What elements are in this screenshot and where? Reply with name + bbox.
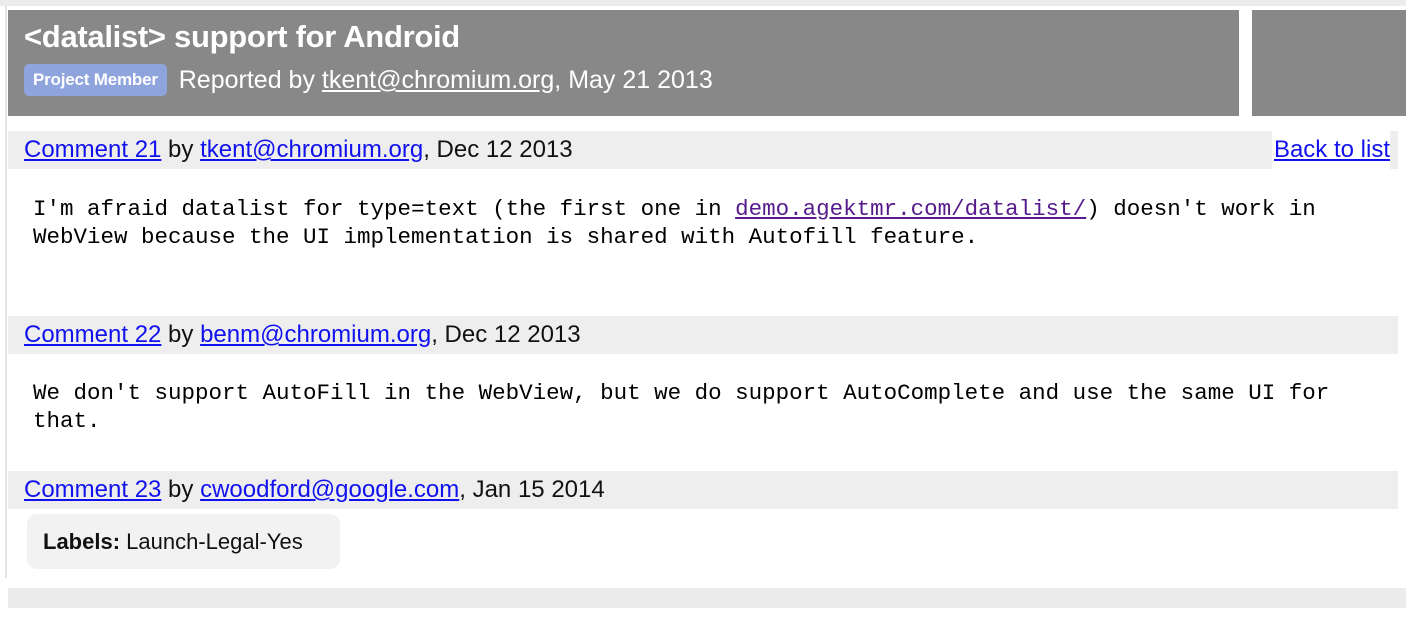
comment-header-21: Comment 21 by tkent@chromium.org, Dec 12… — [8, 131, 1398, 169]
reported-by-prefix: Reported by — [178, 66, 322, 94]
comment-date-23: , Jan 15 2014 — [459, 476, 605, 503]
issue-header: <datalist> support for Android Project M… — [8, 10, 1239, 116]
labels-chip: Labels: Launch-Legal-Yes — [27, 514, 340, 569]
reported-date: , May 21 2013 — [554, 66, 713, 94]
comment-date-22: , Dec 12 2013 — [431, 321, 581, 348]
comment-body-22: We don't support AutoFill in the WebView… — [8, 379, 1398, 435]
comment-by-23: by — [161, 476, 201, 503]
comment-body-22-text: We don't support AutoFill in the WebView… — [33, 380, 1330, 434]
comment-body-21: I'm afraid datalist for type=text (the f… — [8, 195, 1398, 251]
comment-by-22: by — [161, 321, 201, 348]
back-to-list-link[interactable]: Back to list — [1271, 131, 1390, 169]
content-left-rule — [5, 6, 7, 578]
next-comment-header-clipped — [8, 588, 1406, 608]
reporter-email-link[interactable]: tkent@chromium.org — [322, 66, 554, 94]
reported-by-line: Reported by tkent@chromium.org, May 21 2… — [179, 65, 713, 95]
issue-meta: Project Member Reported by tkent@chromiu… — [24, 64, 1239, 96]
top-strip — [0, 0, 1406, 6]
issue-header-right-fill — [1252, 10, 1406, 116]
comment-header-23: Comment 23 by cwoodford@google.com, Jan … — [8, 471, 1398, 509]
project-member-badge: Project Member — [24, 64, 167, 96]
text-caret — [1245, 14, 1250, 110]
labels-value: Launch-Legal-Yes — [120, 529, 303, 554]
comment-by-21: by — [161, 136, 201, 163]
comment-link-22[interactable]: Comment 22 — [24, 321, 161, 348]
page-title: <datalist> support for Android — [24, 19, 460, 54]
comment-body-21-text-before: I'm afraid datalist for type=text (the f… — [33, 196, 736, 222]
comment-body-21-link[interactable]: demo.agektmr.com/datalist/ — [735, 196, 1086, 222]
comment-author-23[interactable]: cwoodford@google.com — [200, 476, 459, 503]
comment-link-21[interactable]: Comment 21 — [24, 136, 161, 163]
comment-date-21: , Dec 12 2013 — [423, 136, 573, 163]
comment-link-23[interactable]: Comment 23 — [24, 476, 161, 503]
comment-author-22[interactable]: benm@chromium.org — [200, 321, 431, 348]
issue-page: <datalist> support for Android Project M… — [0, 0, 1406, 628]
labels-key: Labels: — [43, 529, 121, 554]
comment-author-21[interactable]: tkent@chromium.org — [200, 136, 423, 163]
comment-header-22: Comment 22 by benm@chromium.org, Dec 12 … — [8, 316, 1398, 354]
